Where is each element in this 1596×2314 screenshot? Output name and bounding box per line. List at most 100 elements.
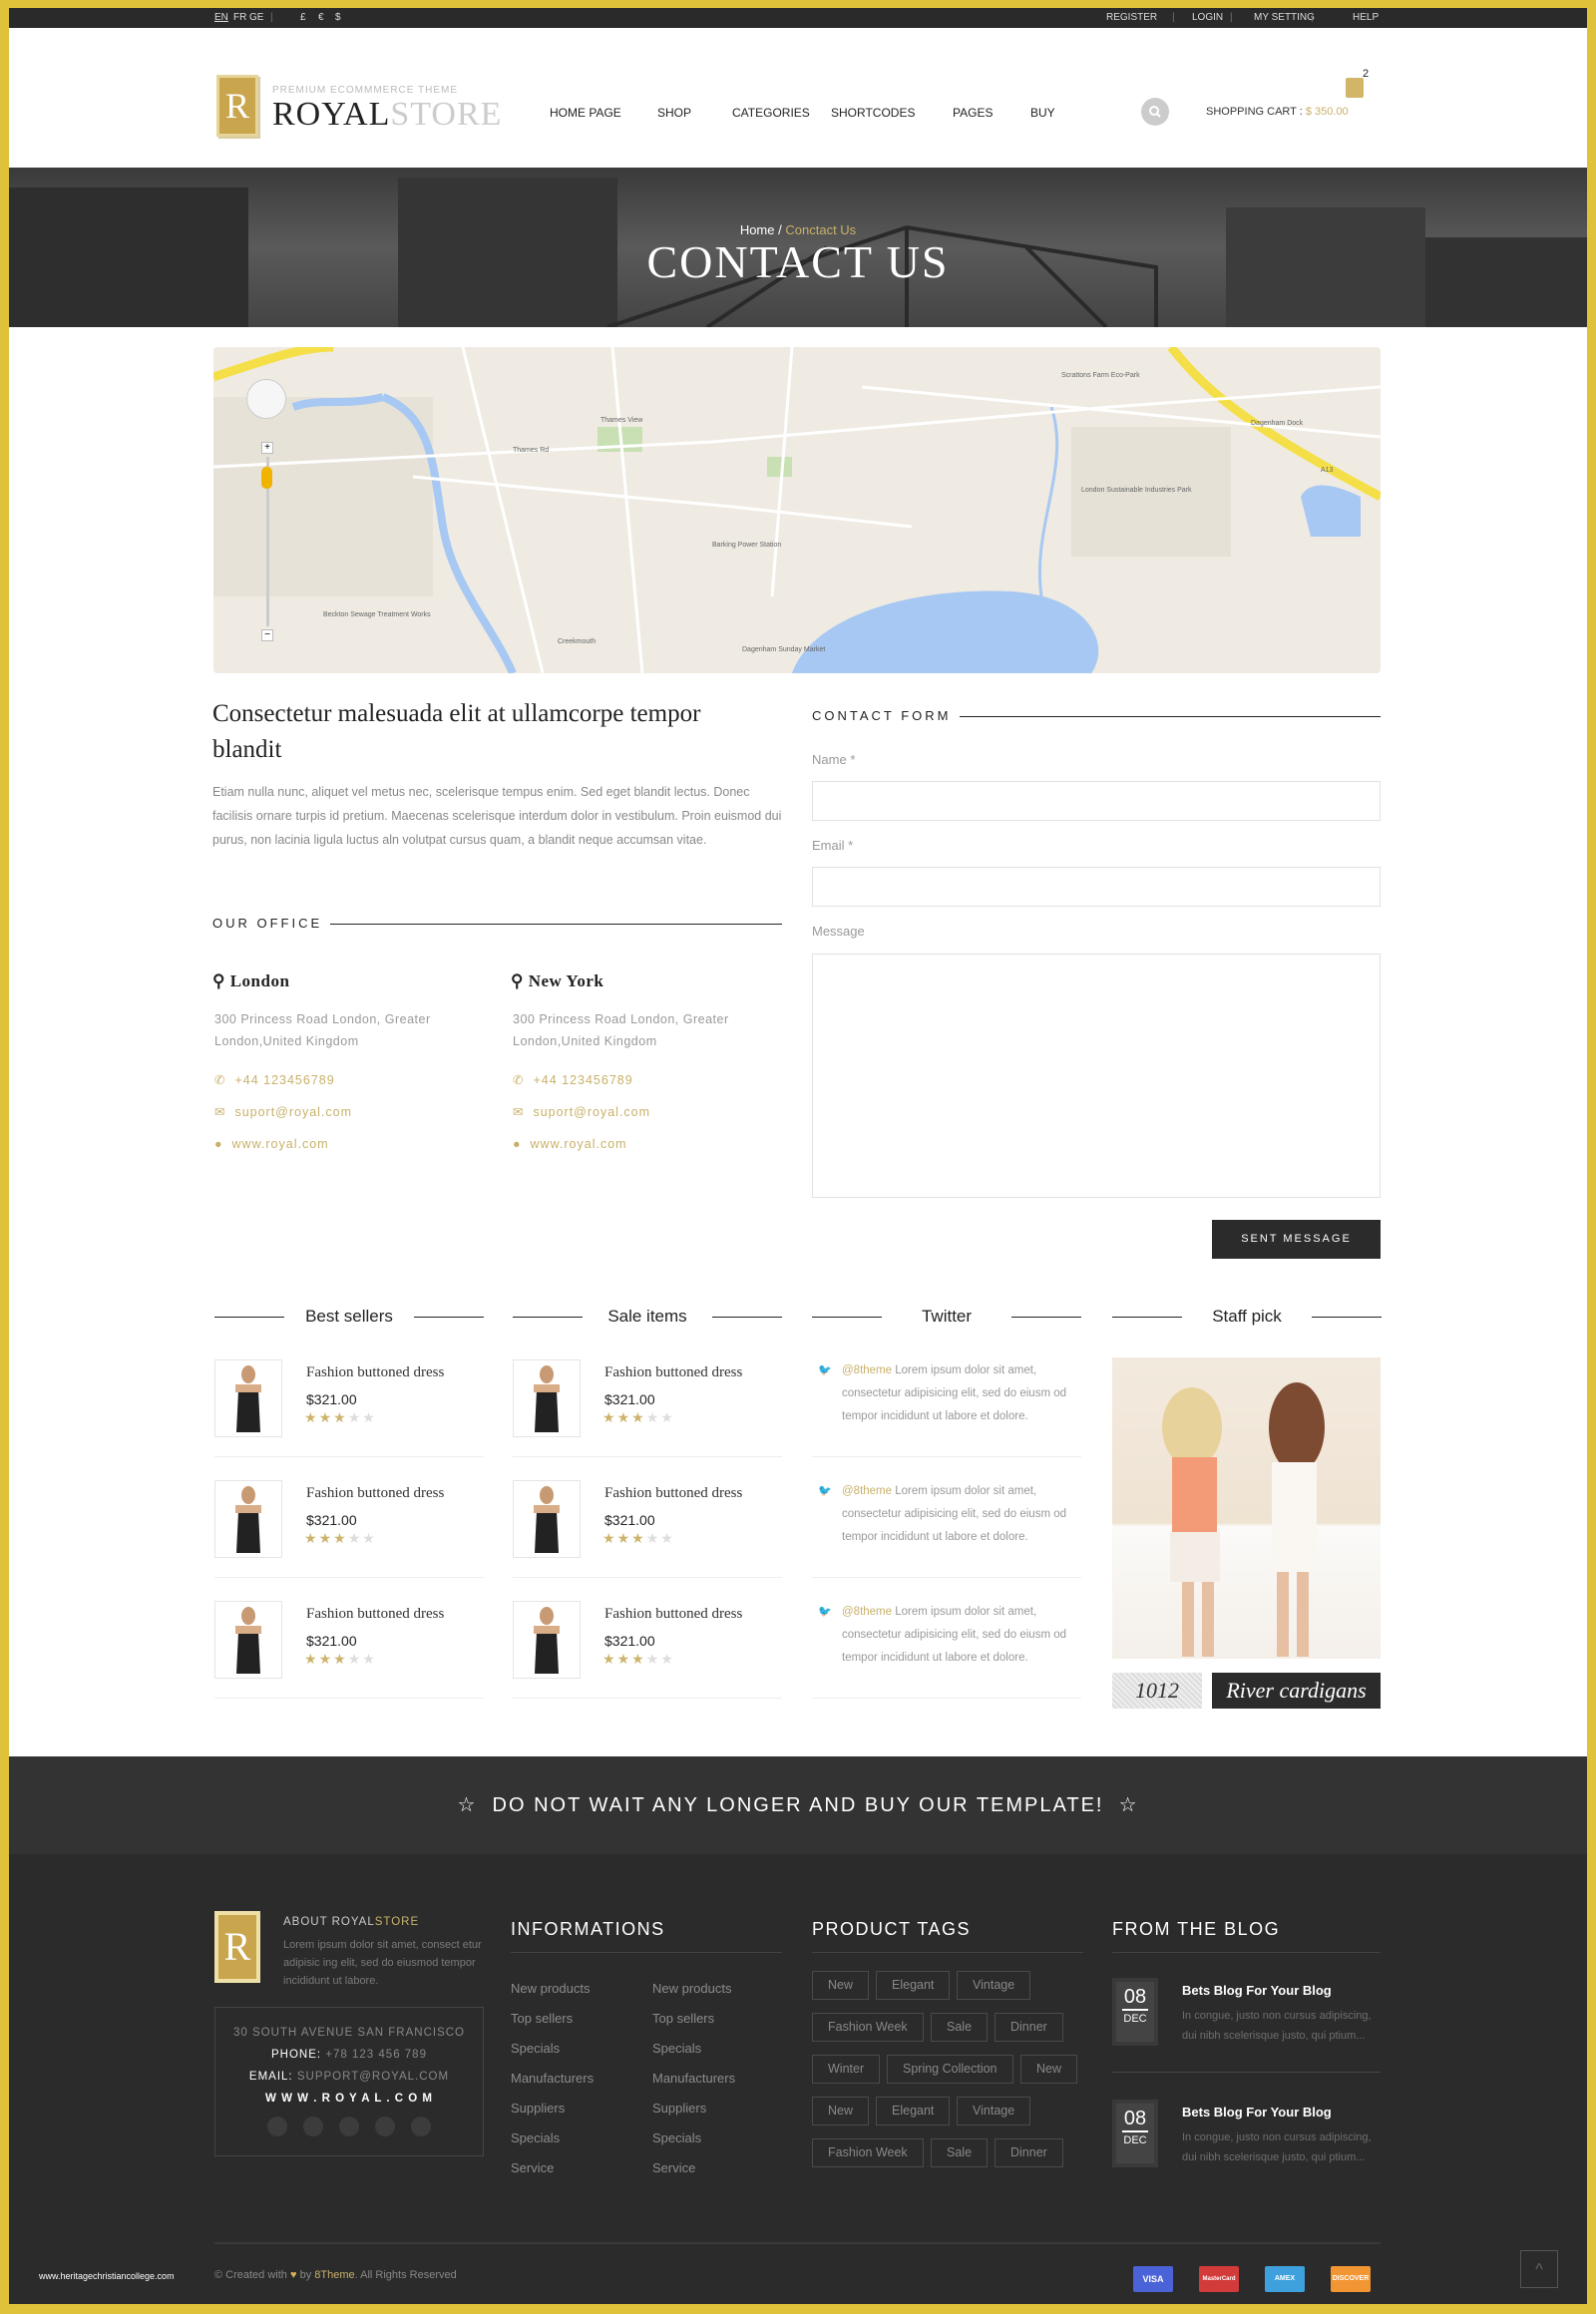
product-tag[interactable]: Dinner [995, 2013, 1063, 2042]
back-to-top-button[interactable]: ^ [1520, 2250, 1558, 2288]
email-field[interactable] [812, 867, 1381, 907]
map-zoom-out[interactable]: − [261, 629, 273, 641]
footer-link[interactable]: New products [652, 1981, 731, 1996]
footer-link[interactable]: Top sellers [511, 2011, 573, 2026]
tweet-handle[interactable]: @8theme [842, 1606, 892, 1618]
login-link[interactable]: LOGIN [1192, 12, 1223, 23]
product-name[interactable]: Fashion buttoned dress [306, 1364, 444, 1381]
footer-link[interactable]: Specials [652, 2130, 701, 2145]
office-phone[interactable]: ✆ +44 123456789 [513, 1072, 633, 1087]
tweet-handle[interactable]: @8theme [842, 1364, 892, 1376]
blog-post-title[interactable]: Bets Blog For Your Blog [1182, 2105, 1332, 2120]
product-tag[interactable]: Elegant [876, 1971, 951, 2000]
nav-shortcodes[interactable]: SHORTCODES [831, 106, 915, 120]
cart-bag-icon[interactable] [1346, 78, 1364, 98]
email-label-text: Email [812, 838, 845, 853]
tweet-handle[interactable]: @8theme [842, 1485, 892, 1497]
help-link[interactable]: HELP [1353, 12, 1379, 23]
lang-en[interactable]: EN [214, 12, 228, 23]
product-thumbnail[interactable] [513, 1480, 581, 1558]
nav-pages[interactable]: PAGES [953, 106, 993, 120]
footer-link[interactable]: Manufacturers [652, 2071, 735, 2086]
footer-link[interactable]: Suppliers [652, 2101, 706, 2116]
footer-link[interactable]: Service [511, 2160, 554, 2175]
blog-post-title[interactable]: Bets Blog For Your Blog [1182, 1983, 1332, 1998]
pinterest-icon[interactable] [339, 2116, 359, 2136]
footer-link[interactable]: New products [511, 1981, 590, 1996]
product-tag[interactable]: Sale [931, 2013, 989, 2042]
staff-pick-caption[interactable]: River cardigans [1212, 1673, 1381, 1709]
map-zoom-in[interactable]: + [261, 442, 273, 454]
pegman-icon[interactable] [261, 467, 272, 489]
lang-ge[interactable]: GE [249, 12, 263, 23]
facebook-icon[interactable] [303, 2116, 323, 2136]
intro-text: Etiam nulla nunc, aliquet vel metus nec,… [212, 785, 782, 847]
office-email[interactable]: ✉ suport@royal.com [214, 1104, 352, 1119]
product-thumbnail[interactable] [513, 1359, 581, 1437]
currency-eur[interactable]: € [318, 12, 324, 23]
product-tag[interactable]: Vintage [957, 1971, 1031, 2000]
google-plus-icon[interactable] [375, 2116, 395, 2136]
product-tag[interactable]: New [812, 1971, 870, 2000]
product-name[interactable]: Fashion buttoned dress [604, 1364, 742, 1381]
office-website[interactable]: ● www.royal.com [214, 1137, 329, 1151]
message-field[interactable] [812, 954, 1381, 1198]
footer-link[interactable]: Specials [511, 2130, 560, 2145]
nav-shop[interactable]: SHOP [657, 106, 691, 120]
product-tag[interactable]: Elegant [876, 2097, 951, 2125]
product-name[interactable]: Fashion buttoned dress [604, 1485, 742, 1502]
send-message-button[interactable]: SENT MESSAGE [1212, 1220, 1381, 1259]
tweet: @8theme Lorem ipsum dolor sit amet, cons… [842, 1359, 1091, 1428]
nav-categories[interactable]: CATEGORIES [732, 106, 810, 120]
office-website[interactable]: ● www.royal.com [513, 1137, 627, 1151]
currency-usd[interactable]: $ [335, 12, 341, 23]
product-tag[interactable]: Fashion Week [812, 2138, 924, 2167]
footer-web[interactable]: W W W . R O Y A L . C O M [215, 2088, 483, 2110]
product-thumbnail[interactable] [214, 1480, 282, 1558]
product-tag[interactable]: Sale [931, 2138, 989, 2167]
copyright-brand[interactable]: 8Theme [314, 2269, 354, 2281]
office-email[interactable]: ✉ suport@royal.com [513, 1104, 650, 1119]
location-map[interactable]: Thames View Thames Rd Barking Power Stat… [213, 347, 1381, 673]
footer-link[interactable]: Top sellers [652, 2011, 714, 2026]
nav-buy[interactable]: BUY [1030, 106, 1055, 120]
product-name[interactable]: Fashion buttoned dress [306, 1485, 444, 1502]
footer-email[interactable]: SUPPORT@ROYAL.COM [297, 2071, 449, 2083]
footer-link[interactable]: Manufacturers [511, 2071, 594, 2086]
product-thumbnail[interactable] [214, 1601, 282, 1679]
tag-row: New Elegant Vintage [812, 1971, 1101, 2001]
product-tag[interactable]: Dinner [995, 2138, 1063, 2167]
name-field[interactable] [812, 781, 1381, 821]
product-tag[interactable]: Vintage [957, 2097, 1031, 2125]
shopping-cart-link[interactable]: SHOPPING CART : $ 350.00 [1206, 106, 1349, 118]
product-tag[interactable]: Fashion Week [812, 2013, 924, 2042]
search-button[interactable] [1141, 98, 1169, 126]
currency-gbp[interactable]: £ [300, 12, 306, 23]
staff-pick-image[interactable] [1112, 1357, 1381, 1659]
product-thumbnail[interactable] [513, 1601, 581, 1679]
office-phone[interactable]: ✆ +44 123456789 [214, 1072, 335, 1087]
twitter-icon[interactable] [267, 2116, 287, 2136]
rss-icon[interactable] [411, 2116, 431, 2136]
nav-home-page[interactable]: HOME PAGE [550, 106, 621, 120]
product-name[interactable]: Fashion buttoned dress [306, 1606, 444, 1623]
brand-name[interactable]: ROYALSTORE [272, 96, 502, 134]
product-tag[interactable]: Spring Collection [887, 2055, 1013, 2084]
product-tag[interactable]: Winter [812, 2055, 881, 2084]
required-mark: * [850, 752, 856, 767]
footer-link[interactable]: Service [652, 2160, 695, 2175]
product-price: $321.00 [604, 1391, 655, 1407]
product-tag[interactable]: New [812, 2097, 870, 2125]
lang-fr[interactable]: FR [233, 12, 246, 23]
register-link[interactable]: REGISTER [1106, 12, 1157, 23]
footer-link[interactable]: Specials [511, 2041, 560, 2056]
footer-link[interactable]: Suppliers [511, 2101, 565, 2116]
my-setting-link[interactable]: MY SETTING [1254, 12, 1315, 23]
logo-mark[interactable]: R [216, 75, 258, 137]
product-name[interactable]: Fashion buttoned dress [604, 1606, 742, 1623]
product-thumbnail[interactable] [214, 1359, 282, 1437]
footer-link[interactable]: Specials [652, 2041, 701, 2056]
promo-banner[interactable]: ☆ DO NOT WAIT ANY LONGER AND BUY OUR TEM… [9, 1756, 1587, 1854]
product-tag[interactable]: New [1020, 2055, 1078, 2084]
map-pan-control[interactable] [246, 379, 286, 419]
